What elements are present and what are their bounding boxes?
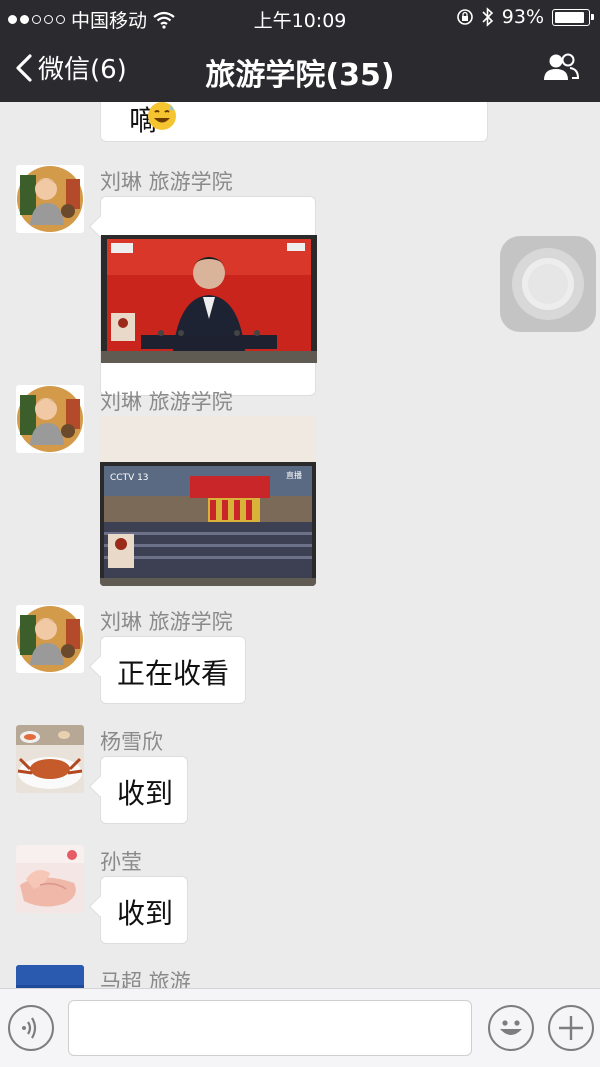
plus-icon (559, 1016, 583, 1040)
chat-title: 旅游学院(35) (205, 58, 395, 93)
message-text: 收到 (117, 897, 174, 930)
message-bubble[interactable]: 正在收看 (100, 636, 246, 704)
message-bubble[interactable]: 嘀 (100, 102, 488, 142)
bluetooth-icon (482, 7, 493, 27)
battery-icon (552, 8, 594, 26)
sender-name: 刘琳 旅游学院 (100, 610, 233, 634)
rotation-lock-icon (456, 9, 473, 25)
input-toolbar (0, 988, 600, 1067)
message-text: 正在收看 (117, 657, 230, 690)
sender-name: 杨雪欣 (100, 730, 163, 754)
tv-broadcast-assembly-hall-photo[interactable]: CCTV 13 直播 (100, 416, 316, 586)
status-bar: 中国移动 上午10:09 93% (0, 0, 600, 34)
message-list[interactable]: 嘀 刘琳 旅游学院 刘琳 旅游学院 CCTV 13 直播 刘琳 旅游学院 正在收… (0, 102, 600, 988)
avatar-child-photo (16, 165, 84, 233)
smiley-icon (500, 1020, 522, 1035)
battery-percent: 93% (501, 6, 544, 28)
avatar-blue-photo (16, 965, 84, 988)
voice-icon (22, 1017, 37, 1039)
image-message-bubble[interactable] (100, 196, 317, 396)
message-input[interactable] (68, 1000, 472, 1056)
avatar[interactable] (16, 165, 84, 233)
people-icon (544, 53, 580, 80)
tv-broadcast-speaker-photo[interactable] (101, 235, 317, 403)
avatar-crab-dish-photo (16, 725, 84, 793)
avatar-child-photo (16, 605, 84, 673)
voice-button[interactable] (8, 1005, 54, 1051)
sender-name: 刘琳 旅游学院 (100, 170, 233, 194)
tv-live-badge: 直播 (286, 470, 302, 480)
sender-name: 刘琳 旅游学院 (100, 390, 233, 414)
more-button[interactable] (548, 1005, 594, 1051)
avatar[interactable] (16, 725, 84, 793)
tv-channel-logo: CCTV 13 (110, 473, 149, 483)
avatar[interactable] (16, 385, 84, 453)
assistive-touch-button[interactable] (500, 236, 596, 332)
message-bubble[interactable]: 收到 (100, 876, 188, 944)
chat-header: 微信(6) 旅游学院(35) (0, 34, 600, 102)
grinning-sweat-emoji (148, 102, 176, 130)
avatar-hands-photo (16, 845, 84, 913)
avatar-child-photo (16, 385, 84, 453)
emoji-button[interactable] (488, 1005, 534, 1051)
wechat-group-chat-screen: 中国移动 上午10:09 93% 微信(6) 旅游学院(35) 嘀 刘琳 旅游学… (0, 0, 600, 1067)
avatar[interactable] (16, 605, 84, 673)
sender-name: 马超 旅游 (100, 970, 191, 988)
sender-name: 孙莹 (100, 850, 142, 874)
avatar[interactable] (16, 965, 84, 988)
avatar[interactable] (16, 845, 84, 913)
message-bubble[interactable]: 收到 (100, 756, 188, 824)
message-text: 收到 (117, 777, 174, 810)
group-members-button[interactable] (542, 52, 580, 86)
